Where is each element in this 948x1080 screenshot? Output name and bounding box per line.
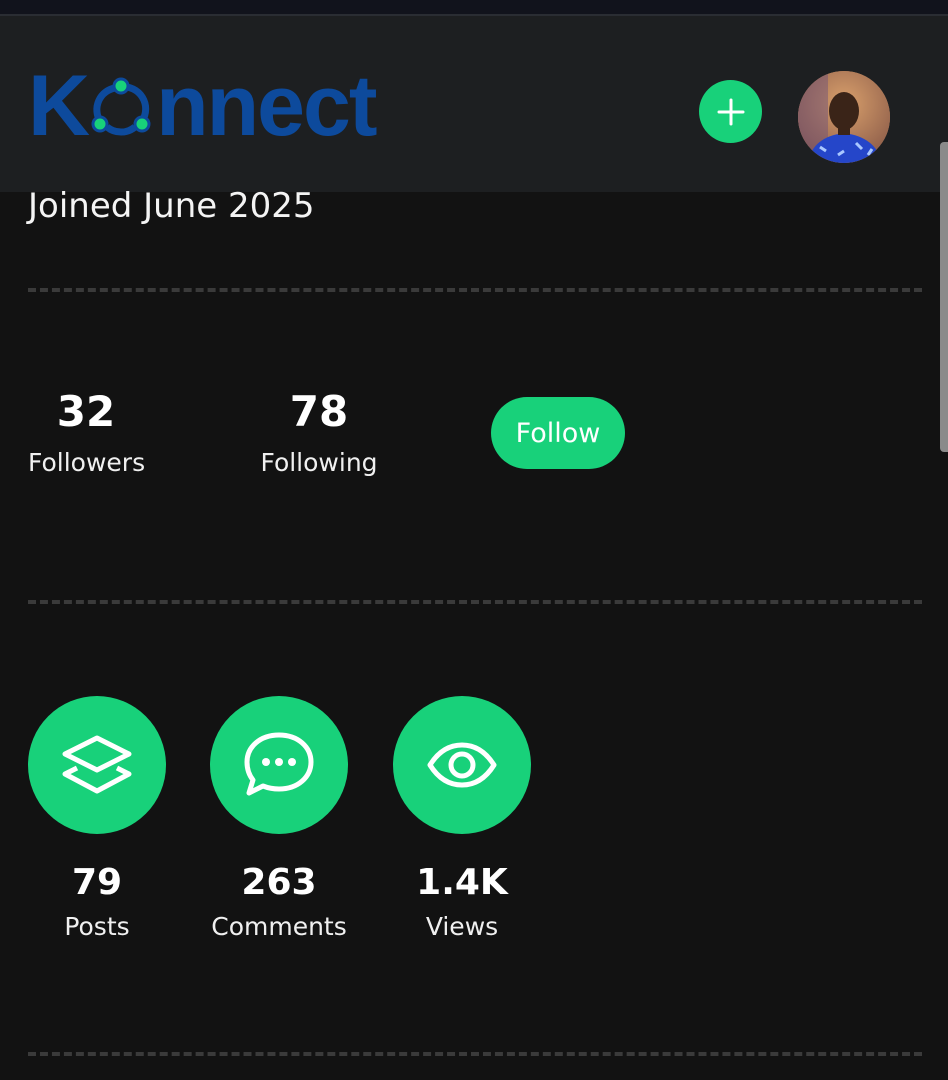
logo-suffix: nnect	[156, 58, 377, 154]
views-count: 1.4K	[416, 862, 508, 903]
profile-page: K nnect Joined June 2025 32 Followers 78…	[0, 0, 948, 1080]
avatar-photo	[798, 71, 890, 163]
section-divider	[28, 288, 922, 292]
posts-button[interactable]	[28, 696, 166, 834]
status-strip	[0, 0, 948, 14]
posts-stat: 79 Posts	[28, 862, 166, 944]
followers-stat[interactable]: 32 Followers	[28, 387, 146, 480]
comments-stat: 263 Comments	[200, 862, 358, 944]
section-divider	[28, 600, 922, 604]
joined-date: Joined June 2025	[28, 186, 315, 226]
chat-bubble-icon	[244, 732, 314, 796]
posts-label: Posts	[64, 912, 130, 941]
followers-label: Followers	[28, 448, 146, 477]
layers-icon	[62, 735, 132, 794]
following-count: 78	[289, 387, 349, 436]
konnect-logo[interactable]: K nnect	[28, 58, 377, 154]
comments-count: 263	[241, 862, 317, 903]
eye-icon	[427, 742, 497, 788]
add-post-button[interactable]	[699, 80, 762, 143]
views-stat: 1.4K Views	[393, 862, 531, 944]
comments-button[interactable]	[210, 696, 348, 834]
network-nodes-icon	[91, 77, 151, 136]
section-divider	[28, 1052, 922, 1056]
follow-button[interactable]: Follow	[491, 397, 625, 469]
user-avatar[interactable]	[798, 71, 890, 163]
views-button[interactable]	[393, 696, 531, 834]
app-header: K nnect	[0, 14, 948, 192]
following-label: Following	[260, 448, 378, 477]
comments-label: Comments	[211, 912, 347, 941]
page-scrollbar[interactable]	[940, 142, 948, 452]
posts-count: 79	[71, 862, 123, 903]
following-stat[interactable]: 78 Following	[258, 388, 380, 480]
logo-letter-k: K	[28, 58, 90, 154]
followers-count: 32	[56, 387, 116, 436]
views-label: Views	[425, 912, 499, 941]
plus-icon	[717, 98, 744, 125]
